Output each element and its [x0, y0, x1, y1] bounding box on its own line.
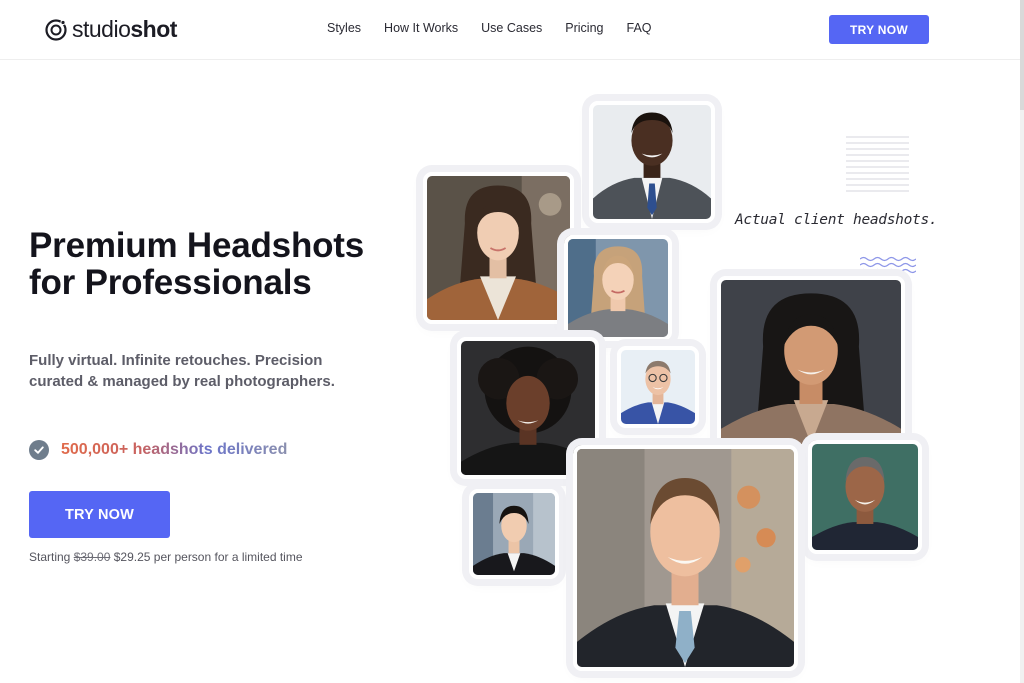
headshot-man-suit-light-tie	[573, 445, 798, 671]
nav-pricing[interactable]: Pricing	[565, 21, 603, 35]
pricing-note: Starting $39.00 $29.25 per person for a …	[29, 550, 303, 564]
logo-icon	[45, 18, 67, 41]
stat-text: 500,000+ headshots delivered	[61, 441, 288, 458]
logo-text-prefix: studio	[72, 16, 131, 42]
headshot-man-teal-background	[808, 440, 922, 554]
check-circle-icon	[29, 440, 49, 460]
logo[interactable]: studioshot	[44, 16, 177, 43]
headshot-man-grey-suit	[589, 101, 715, 223]
scrollbar-thumb[interactable]	[1020, 0, 1024, 110]
nav-faq[interactable]: FAQ	[627, 21, 652, 35]
headshot-woman-black-suit	[469, 489, 559, 579]
nav-how-it-works[interactable]: How It Works	[384, 21, 458, 35]
delivery-stat: 500,000+ headshots delivered	[29, 440, 287, 460]
hero-subtitle: Fully virtual. Infinite retouches. Preci…	[29, 352, 335, 390]
header-try-now-button[interactable]: TRY NOW	[829, 15, 929, 44]
logo-text-suffix: shot	[130, 16, 177, 42]
headshot-woman-brown-coat	[423, 172, 574, 324]
hero-try-now-button[interactable]: TRY NOW	[29, 491, 170, 538]
site-header: studioshot Styles How It Works Use Cases…	[0, 0, 1024, 60]
price-new: $29.25 per person for a limited time	[113, 550, 303, 564]
main-nav: Styles How It Works Use Cases Pricing FA…	[327, 21, 652, 35]
price-prefix: Starting	[29, 550, 71, 564]
decorative-lines-icon	[846, 136, 909, 192]
page-scrollbar[interactable]	[1020, 0, 1024, 683]
headshot-woman-dark-hair	[717, 276, 905, 448]
gallery-caption: Actual client headshots.	[735, 212, 938, 228]
headshot-woman-blonde	[564, 235, 672, 341]
decorative-waves-icon	[860, 256, 916, 274]
nav-styles[interactable]: Styles	[327, 21, 361, 35]
logo-text: studioshot	[72, 16, 177, 43]
headshot-man-glasses	[617, 346, 699, 428]
hero-title: Premium Headshots for Professionals	[29, 226, 365, 302]
price-old: $39.00	[73, 550, 111, 564]
nav-use-cases[interactable]: Use Cases	[481, 21, 542, 35]
